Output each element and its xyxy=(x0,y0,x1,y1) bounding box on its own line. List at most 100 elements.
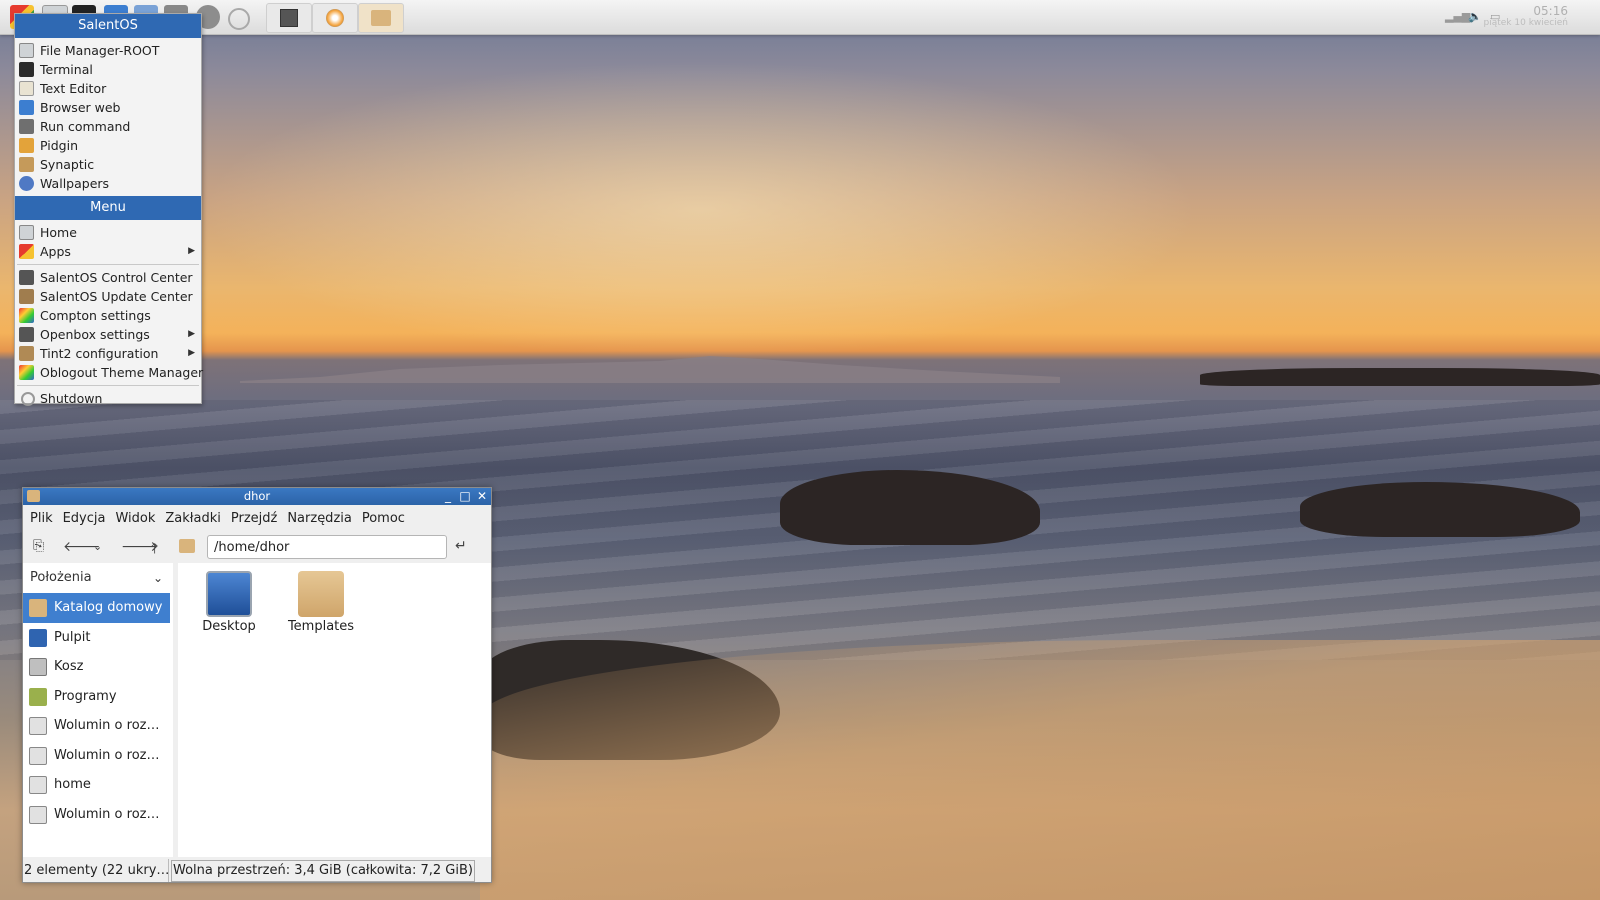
folder-icon xyxy=(371,10,391,26)
chevron-down-icon: ⌄ xyxy=(152,571,163,585)
menu-plik[interactable]: Plik xyxy=(30,511,53,526)
maximize-button[interactable]: □ xyxy=(458,489,472,503)
menu-item-compton-settings[interactable]: Compton settings xyxy=(15,306,201,325)
clock-date: piątek 10 kwiecień xyxy=(1483,18,1568,28)
update-center-icon xyxy=(19,289,34,304)
sidebar-item-home[interactable]: home xyxy=(23,770,173,800)
compton-icon xyxy=(19,308,34,323)
submenu-arrow-icon: ▶ xyxy=(188,246,195,256)
menu-item-home[interactable]: Home xyxy=(15,223,201,242)
history-dropdown-icon[interactable]: ⌄ xyxy=(93,540,102,553)
sidebar-item-volume-3[interactable]: Wolumin o roz… xyxy=(23,800,173,830)
menu-item-wallpapers[interactable]: Wallpapers xyxy=(15,174,201,193)
menu-zakladki[interactable]: Zakładki xyxy=(165,511,220,526)
file-label: Templates xyxy=(287,619,355,634)
sidebar-item-volume-1[interactable]: Wolumin o roz… xyxy=(23,711,173,741)
home-folder-icon xyxy=(29,599,47,617)
sidebar-item-volume-2[interactable]: Wolumin o roz… xyxy=(23,741,173,771)
menu-item-shutdown[interactable]: Shutdown xyxy=(15,389,201,408)
menu-item-tint2-configuration[interactable]: Tint2 configuration ▶ xyxy=(15,344,201,363)
menu-item-pidgin[interactable]: Pidgin xyxy=(15,136,201,155)
network-signal-icon[interactable]: ▂▄▆ xyxy=(1445,10,1470,23)
desktop-folder-icon xyxy=(206,571,252,617)
menu-separator xyxy=(17,385,199,386)
top-panel: ▂▄▆ 🔈 ▭ 05:16 piątek 10 kwiecień xyxy=(0,0,1600,35)
file-manager-window: dhor _ □ ✕ Plik Edycja Widok Zakładki Pr… xyxy=(22,487,492,883)
places-sidebar: Położenia ⌄ Katalog domowy Pulpit Kosz Pr… xyxy=(23,563,173,857)
menu-header-salentos: SalentOS xyxy=(15,14,201,38)
menu-widok[interactable]: Widok xyxy=(115,511,155,526)
menu-pomoc[interactable]: Pomoc xyxy=(362,511,405,526)
menu-item-salentos-control-center[interactable]: SalentOS Control Center xyxy=(15,268,201,287)
close-button[interactable]: ✕ xyxy=(475,489,489,503)
status-item-count: 2 elementy (22 ukry… xyxy=(24,859,169,882)
menu-edycja[interactable]: Edycja xyxy=(63,511,106,526)
submenu-arrow-icon: ▶ xyxy=(188,329,195,339)
home-icon xyxy=(19,225,34,240)
openbox-menu: SalentOS File Manager-ROOT Terminal Text… xyxy=(14,13,203,406)
taskbar-file-manager[interactable] xyxy=(358,3,404,33)
distant-mountains xyxy=(240,356,1060,383)
pidgin-icon xyxy=(19,138,34,153)
menu-item-browser-web[interactable]: Browser web xyxy=(15,98,201,117)
sidebar-item-katalog-domowy[interactable]: Katalog domowy xyxy=(23,593,170,623)
window-title: dhor xyxy=(243,489,271,503)
minimize-button[interactable]: _ xyxy=(441,489,455,503)
applications-icon xyxy=(29,687,47,706)
oblogout-icon xyxy=(19,365,34,380)
sunset-glow xyxy=(200,60,1200,360)
sidebar-item-kosz[interactable]: Kosz xyxy=(23,652,173,682)
menu-item-synaptic[interactable]: Synaptic xyxy=(15,155,201,174)
drive-icon xyxy=(29,776,47,794)
beach-sand xyxy=(480,640,1600,900)
desktop-icon xyxy=(29,628,47,647)
file-manager-icon xyxy=(19,43,34,58)
menu-item-openbox-settings[interactable]: Openbox settings ▶ xyxy=(15,325,201,344)
browser-icon xyxy=(19,100,34,115)
file-view[interactable]: Desktop Templates xyxy=(178,563,491,857)
wallpapers-icon xyxy=(19,176,34,191)
clock-time[interactable]: 05:16 xyxy=(1533,4,1568,18)
taskbar-terminal[interactable] xyxy=(266,3,312,33)
control-center-icon xyxy=(19,270,34,285)
menubar: Plik Edycja Widok Zakładki Przejdź Narzę… xyxy=(23,505,491,531)
terminal-icon xyxy=(280,9,298,27)
submenu-arrow-icon: ▶ xyxy=(188,348,195,358)
file-label: Desktop xyxy=(202,619,256,634)
sidebar-item-programy[interactable]: Programy xyxy=(23,682,173,712)
menu-item-file-manager-root[interactable]: File Manager-ROOT xyxy=(15,41,201,60)
browser-icon xyxy=(326,9,344,27)
terminal-icon xyxy=(19,62,34,77)
home-folder-icon[interactable] xyxy=(179,539,195,553)
menu-item-run-command[interactable]: Run command xyxy=(15,117,201,136)
menu-item-apps[interactable]: Apps ▶ xyxy=(15,242,201,261)
rock-far-right xyxy=(1200,368,1600,386)
taskbar-browser[interactable] xyxy=(312,3,358,33)
path-input[interactable]: /home/dhor xyxy=(207,535,447,559)
drive-icon xyxy=(29,717,47,735)
menu-item-text-editor[interactable]: Text Editor xyxy=(15,79,201,98)
menu-item-salentos-update-center[interactable]: SalentOS Update Center xyxy=(15,287,201,306)
menu-item-terminal[interactable]: Terminal xyxy=(15,60,201,79)
places-header[interactable]: Położenia ⌄ xyxy=(23,563,173,593)
trash-icon xyxy=(29,658,47,676)
openbox-icon xyxy=(19,327,34,342)
status-bar: 2 elementy (22 ukry… Wolna przestrzeń: 3… xyxy=(23,859,491,882)
menu-narzedzia[interactable]: Narzędzia xyxy=(287,511,352,526)
sidebar-item-pulpit[interactable]: Pulpit xyxy=(23,623,173,653)
go-icon[interactable]: ↵ xyxy=(455,538,467,554)
drive-icon xyxy=(29,805,47,824)
power-launcher-icon[interactable] xyxy=(228,8,250,30)
menu-item-oblogout-theme-manager[interactable]: Oblogout Theme Manager xyxy=(15,363,203,382)
menu-separator xyxy=(17,264,199,265)
menu-przejdz[interactable]: Przejdź xyxy=(231,511,277,526)
folder-icon xyxy=(298,571,344,617)
up-arrow-icon[interactable]: 🡑 xyxy=(151,538,158,562)
new-window-icon[interactable]: ⎘ xyxy=(33,538,44,554)
window-titlebar[interactable]: dhor _ □ ✕ xyxy=(23,488,491,505)
menu-section-header: Menu xyxy=(15,196,201,220)
text-editor-icon xyxy=(19,81,34,96)
toolbar: ⎘ 🡐 ⌄ 🡒 🡑 /home/dhor ↵ xyxy=(23,531,491,563)
synaptic-icon xyxy=(19,157,34,172)
volume-icon[interactable]: 🔈 xyxy=(1468,10,1482,23)
